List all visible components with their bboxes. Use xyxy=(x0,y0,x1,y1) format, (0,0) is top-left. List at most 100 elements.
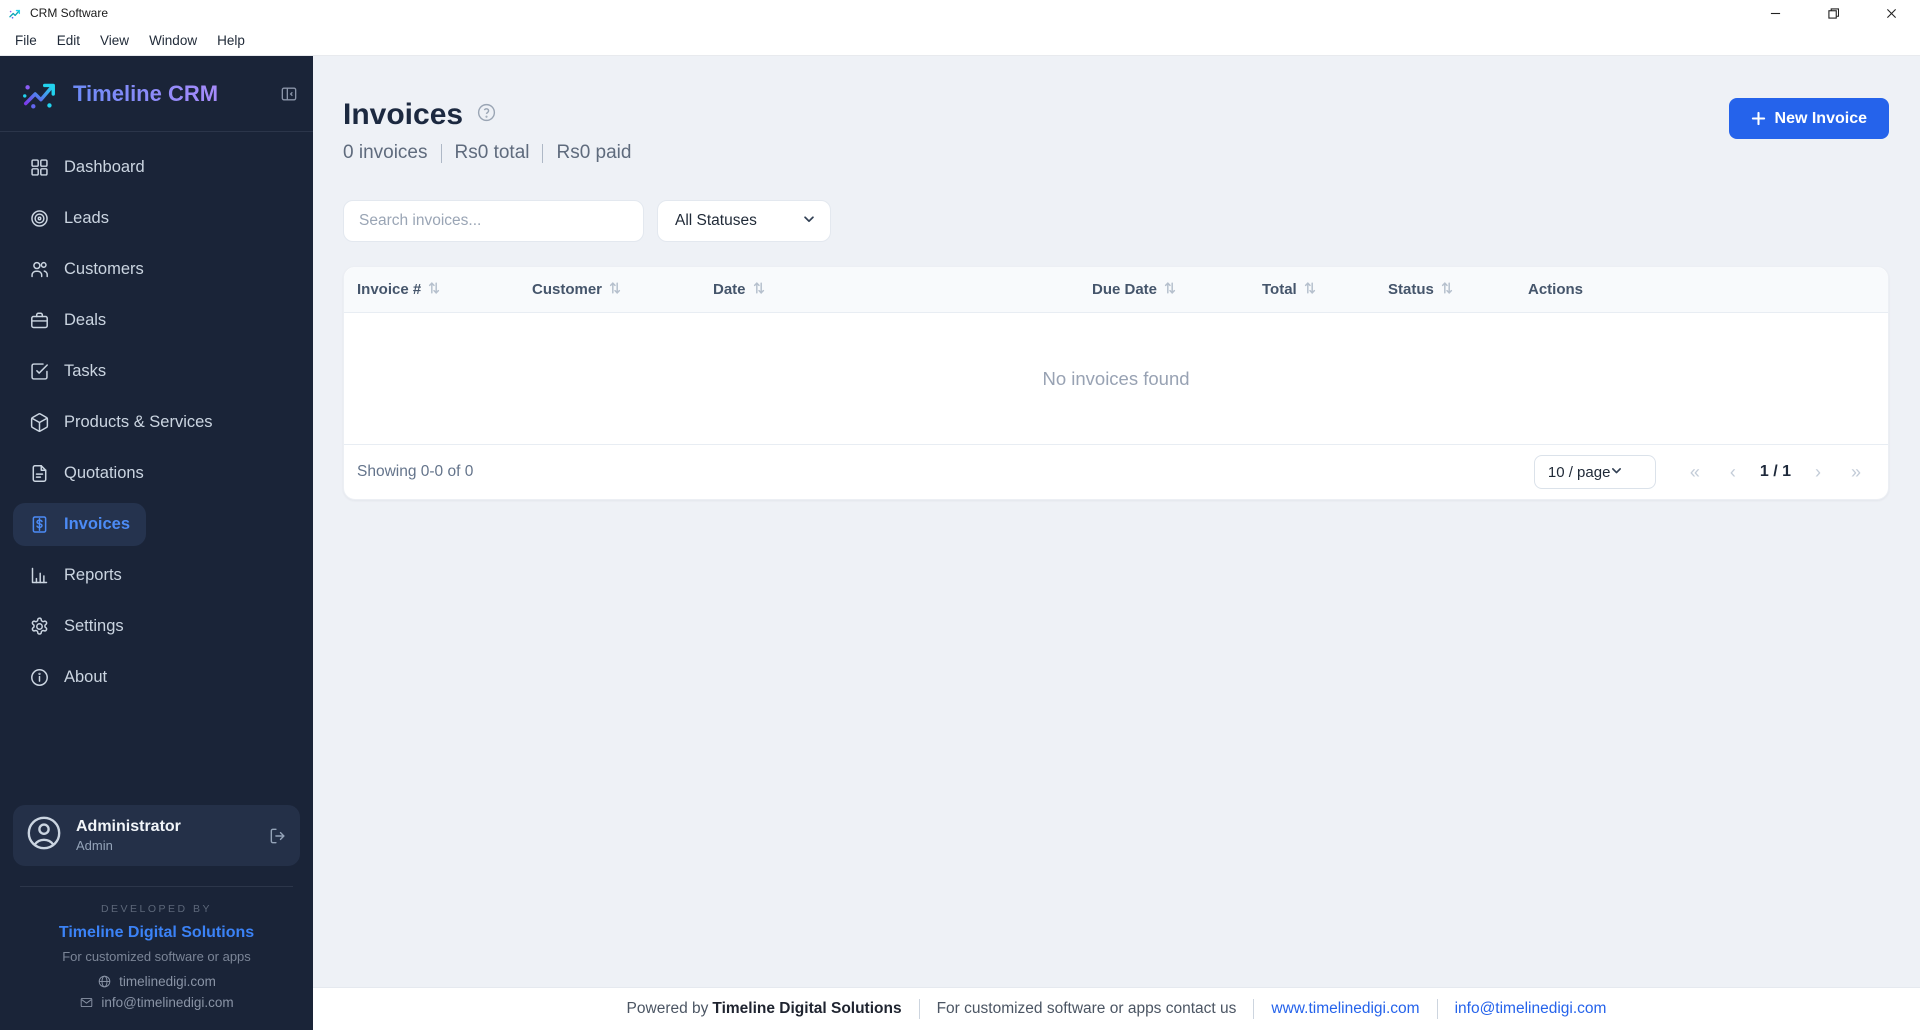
stat-divider xyxy=(542,143,544,163)
developer-name[interactable]: Timeline Digital Solutions xyxy=(20,924,293,942)
footer-divider xyxy=(918,999,920,1019)
stat-divider xyxy=(440,143,442,163)
column-header-due-date[interactable]: Due Date xyxy=(1079,281,1249,299)
developer-email-text: info@timelinedigi.com xyxy=(101,995,234,1010)
sidebar-item-about[interactable]: About xyxy=(0,652,313,703)
sidebar-item-invoices[interactable]: Invoices xyxy=(0,499,313,550)
column-label: Customer xyxy=(532,281,603,298)
page-size-select[interactable]: 10 / page xyxy=(1533,455,1656,489)
minimize-button[interactable] xyxy=(1746,0,1804,26)
column-label: Total xyxy=(1262,281,1297,298)
target-icon xyxy=(31,210,48,227)
column-header-invoice[interactable]: Invoice # xyxy=(344,281,519,299)
check-square-icon xyxy=(31,363,48,380)
brand-row: Timeline CRM xyxy=(0,56,313,132)
sidebar-item-label: About xyxy=(64,668,108,686)
sidebar-item-dashboard[interactable]: Dashboard xyxy=(0,142,313,193)
page-size-value: 10 / page xyxy=(1547,463,1611,481)
search-input[interactable] xyxy=(343,200,644,242)
column-header-date[interactable]: Date xyxy=(700,281,1079,299)
table-header-row: Invoice # Customer Date Due Date Total Status… xyxy=(344,267,1888,313)
column-header-status[interactable]: Status xyxy=(1375,281,1515,299)
title-bar: CRM Software xyxy=(0,0,1920,26)
plus-icon xyxy=(1751,111,1765,126)
menu-window[interactable]: Window xyxy=(139,29,207,52)
footer-email-link[interactable]: info@timelinedigi.com xyxy=(1455,1000,1607,1018)
sidebar-item-label: Invoices xyxy=(64,515,131,533)
footer-contact-text: For customized software or apps contact … xyxy=(936,1000,1237,1017)
menu-edit[interactable]: Edit xyxy=(47,29,90,52)
footer: Powered by Timeline Digital Solutions For… xyxy=(313,987,1920,1030)
brand-name: Timeline CRM xyxy=(73,80,219,106)
invoices-table: Invoice # Customer Date Due Date Total Status… xyxy=(343,266,1889,500)
sidebar-item-label: Settings xyxy=(64,617,124,635)
menu-file[interactable]: File xyxy=(5,29,47,52)
main-content: Invoices 0 invoices Rs0 total Rs0 paid New… xyxy=(313,56,1920,1030)
receipt-icon xyxy=(32,516,47,533)
column-label: Date xyxy=(713,281,746,298)
window-controls xyxy=(1746,0,1920,26)
footer-website-link[interactable]: www.timelinedigi.com xyxy=(1271,1000,1419,1018)
footer-divider xyxy=(1436,999,1438,1019)
restore-icon xyxy=(1827,7,1839,19)
sidebar-item-label: Leads xyxy=(64,209,109,227)
sort-icon xyxy=(1304,281,1315,294)
panel-collapse-icon xyxy=(281,87,297,100)
sidebar-item-products-services[interactable]: Products & Services xyxy=(0,397,313,448)
sidebar-item-reports[interactable]: Reports xyxy=(0,550,313,601)
package-icon xyxy=(30,413,49,432)
logout-icon xyxy=(270,828,285,843)
column-header-customer[interactable]: Customer xyxy=(519,281,700,299)
pagination-row: Showing 0-0 of 0 10 / page «‹ 1 / 1 ›» xyxy=(344,444,1888,499)
sidebar-item-settings[interactable]: Settings xyxy=(0,601,313,652)
sidebar-item-leads[interactable]: Leads xyxy=(0,193,313,244)
column-label: Actions xyxy=(1528,281,1584,298)
sidebar-item-customers[interactable]: Customers xyxy=(0,244,313,295)
status-filter-select[interactable]: All Statuses xyxy=(657,200,831,242)
user-card[interactable]: Administrator Admin xyxy=(13,805,300,866)
close-button[interactable] xyxy=(1862,0,1920,26)
brand-logo-icon xyxy=(23,83,55,109)
globe-icon xyxy=(98,975,111,988)
column-header-actions: Actions xyxy=(1515,281,1888,298)
sidebar-collapse-button[interactable] xyxy=(279,84,299,104)
bar-chart-icon xyxy=(31,567,48,584)
developer-website[interactable]: timelinedigi.com xyxy=(20,974,293,989)
sort-icon xyxy=(1441,281,1452,294)
prev-page-button[interactable]: ‹ xyxy=(1714,455,1752,489)
sidebar: Timeline CRM Dashboard Leads Customers Deal… xyxy=(0,56,313,1030)
results-summary: Showing 0-0 of 0 xyxy=(357,463,474,480)
first-page-button[interactable]: « xyxy=(1676,455,1714,489)
help-icon[interactable] xyxy=(476,102,497,128)
logout-button[interactable] xyxy=(268,826,288,846)
app-icon xyxy=(9,9,21,19)
sidebar-item-deals[interactable]: Deals xyxy=(0,295,313,346)
sidebar-item-label: Quotations xyxy=(64,464,144,482)
new-invoice-button[interactable]: New Invoice xyxy=(1728,98,1889,139)
sidebar-item-label: Customers xyxy=(64,260,144,278)
sidebar-item-label: Dashboard xyxy=(64,158,145,176)
app-window: CRM Software FileEditViewWindowHelp xyxy=(0,0,1920,1030)
developer-email[interactable]: info@timelinedigi.com xyxy=(20,995,293,1010)
footer-divider xyxy=(1253,999,1255,1019)
footer-company: Timeline Digital Solutions xyxy=(712,1000,902,1017)
chevron-down-icon xyxy=(1610,464,1623,481)
chevron-down-icon xyxy=(802,212,816,231)
sort-icon xyxy=(429,281,440,294)
sidebar-item-tasks[interactable]: Tasks xyxy=(0,346,313,397)
last-page-button[interactable]: » xyxy=(1837,455,1875,489)
next-page-button[interactable]: › xyxy=(1799,455,1837,489)
sidebar-nav: Dashboard Leads Customers Deals Tasks Product… xyxy=(0,132,313,703)
menu-view[interactable]: View xyxy=(90,29,139,52)
page-indicator: 1 / 1 xyxy=(1759,463,1791,480)
users-icon xyxy=(31,261,48,278)
gear-icon xyxy=(31,617,48,635)
close-icon xyxy=(1886,8,1896,18)
column-header-total[interactable]: Total xyxy=(1249,281,1375,299)
sidebar-item-quotations[interactable]: Quotations xyxy=(0,448,313,499)
sidebar-item-label: Products & Services xyxy=(64,413,213,431)
maximize-button[interactable] xyxy=(1804,0,1862,26)
user-name: Administrator xyxy=(76,818,181,835)
page-title: Invoices xyxy=(343,98,464,131)
menu-help[interactable]: Help xyxy=(207,29,255,52)
